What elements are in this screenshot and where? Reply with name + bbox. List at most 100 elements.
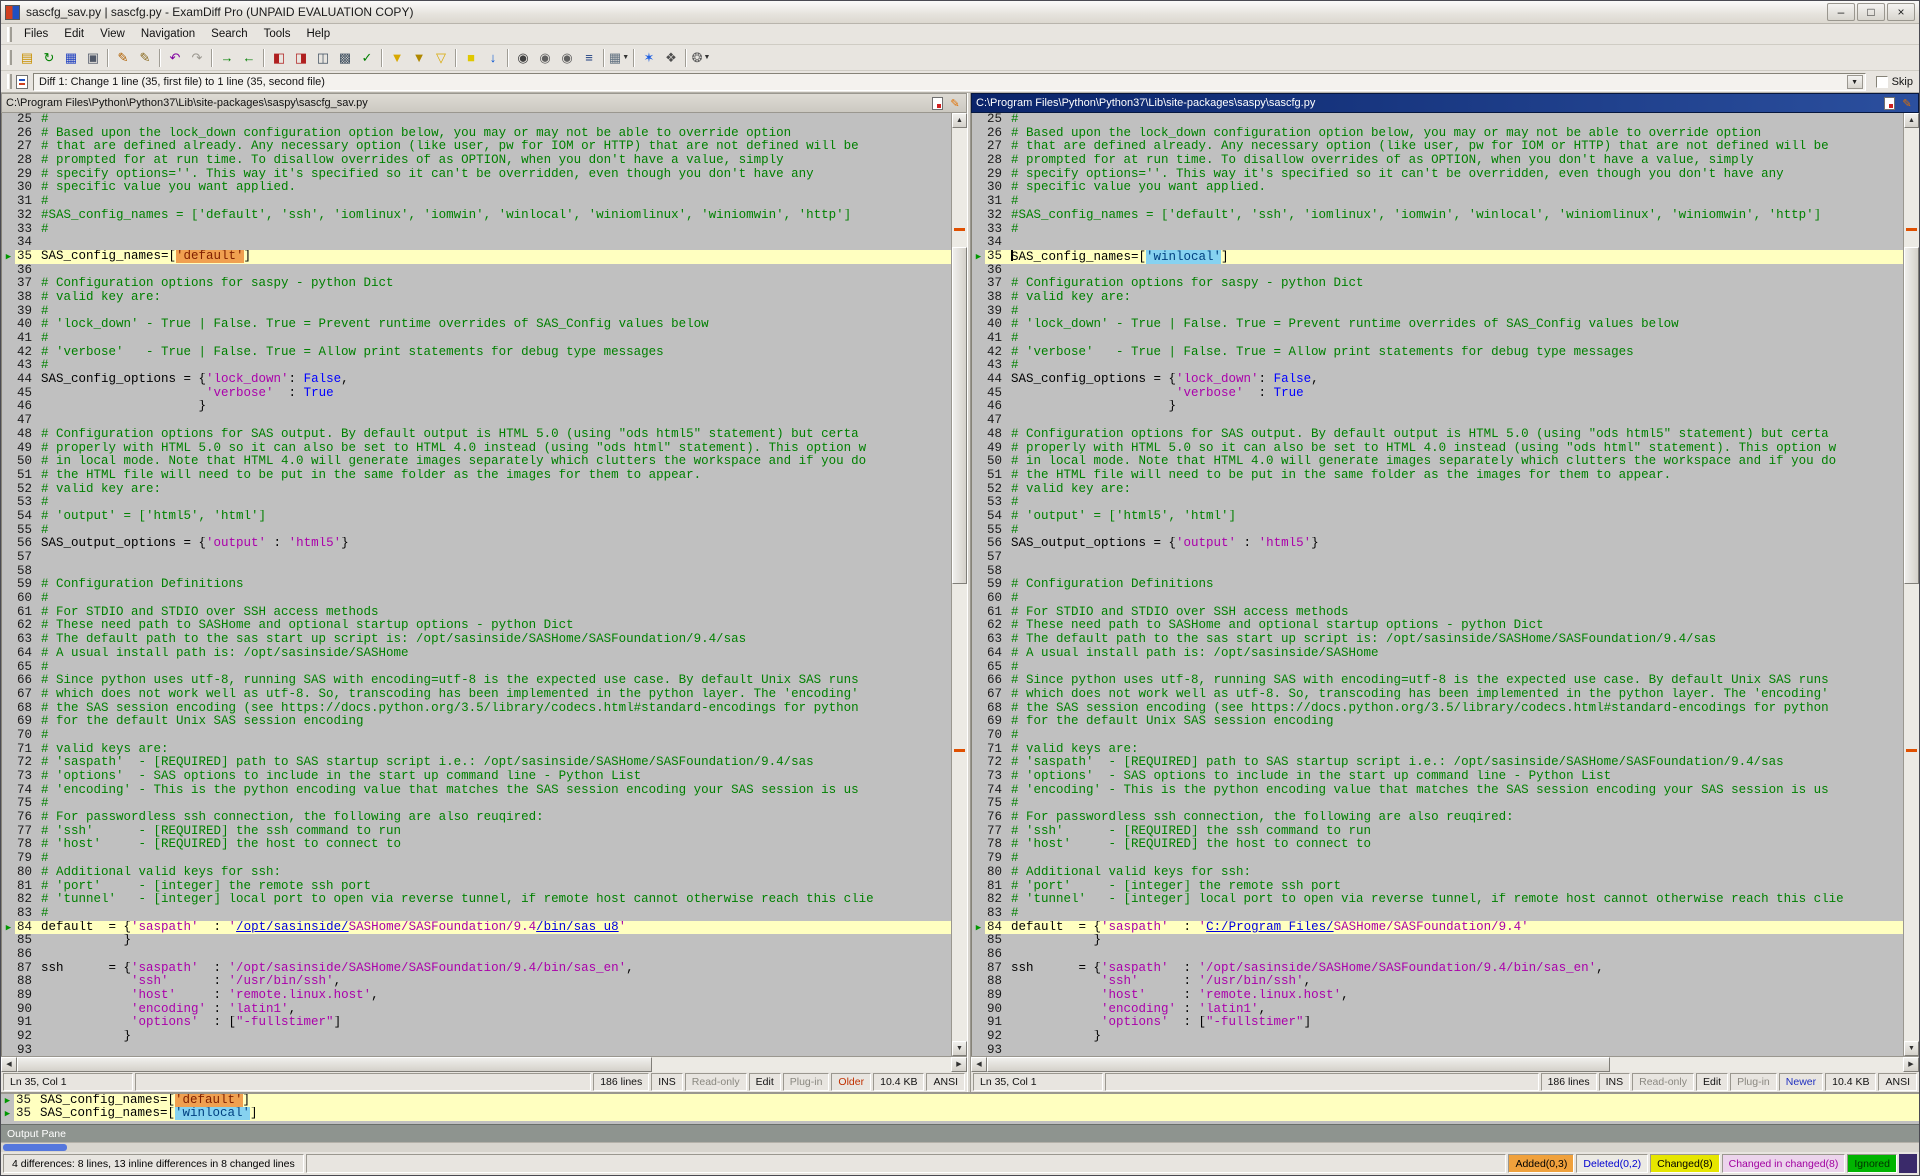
code-line[interactable]: 52# valid key are: [2,483,951,497]
code-line[interactable]: 40# 'lock_down' - True | False. True = P… [2,318,951,332]
code-line[interactable]: ▶35SAS_config_names=['default'] [2,250,951,264]
code-line[interactable]: 75# [2,797,951,811]
code-line[interactable]: 67# which does not work well as utf-8. S… [972,688,1903,702]
menu-edit[interactable]: Edit [56,26,92,42]
scrollbar-track[interactable] [952,128,967,1041]
edit-second-file-icon[interactable]: ✎ [134,47,156,69]
show-first-only-icon[interactable]: ◧ [268,47,290,69]
code-line[interactable]: 70# [972,729,1903,743]
code-line[interactable]: 39# [2,305,951,319]
code-line[interactable]: 32#SAS_config_names = ['default', 'ssh',… [972,209,1903,223]
copy-to-left-icon[interactable]: ← [238,47,260,69]
code-line[interactable]: 55# [2,524,951,538]
code-line[interactable]: 29# specify options=''. This way it's sp… [972,168,1903,182]
code-line[interactable]: 56SAS_output_options = {'output' : 'html… [972,537,1903,551]
code-line[interactable]: 54# 'output' = ['html5', 'html'] [972,510,1903,524]
code-line[interactable]: 59# Configuration Definitions [972,578,1903,592]
menu-files[interactable]: Files [16,26,56,42]
code-line[interactable]: 68# the SAS session encoding (see https:… [972,702,1903,716]
code-line[interactable]: 87ssh = {'saspath' : '/opt/sasinside/SAS… [972,962,1903,976]
code-line[interactable]: 31# [2,195,951,209]
code-line[interactable]: 43# [972,359,1903,373]
menu-view[interactable]: View [92,26,133,42]
code-line[interactable]: 53# [2,496,951,510]
code-line[interactable]: 42# 'verbose' - True | False. True = All… [2,346,951,360]
code-line[interactable]: 71# valid keys are: [2,743,951,757]
code-line[interactable]: 78# 'host' - [REQUIRED] the host to conn… [2,838,951,852]
code-line[interactable]: 88 'ssh' : '/usr/bin/ssh', [2,975,951,989]
code-line[interactable]: 67# which does not work well as utf-8. S… [2,688,951,702]
current-diff-combo[interactable]: Diff 1: Change 1 line (35, first file) t… [33,73,1866,91]
resize-grip[interactable] [1899,1154,1917,1173]
code-line[interactable]: 36 [2,264,951,278]
code-line[interactable]: 63# The default path to the sas start up… [972,633,1903,647]
scroll-down-icon[interactable]: ▼ [952,1041,967,1056]
code-line[interactable]: 73# 'options' - SAS options to include i… [972,770,1903,784]
scroll-left-icon[interactable]: ◀ [971,1057,987,1072]
code-line[interactable]: 50# in local mode. Note that HTML 4.0 wi… [972,455,1903,469]
code-line[interactable]: 50# in local mode. Note that HTML 4.0 wi… [2,455,951,469]
code-line[interactable]: 83# [2,907,951,921]
scroll-right-icon[interactable]: ▶ [951,1057,967,1072]
code-line[interactable]: 64# A usual install path is: /opt/sasins… [2,647,951,661]
code-line[interactable]: 26# Based upon the lock_down configurati… [2,127,951,141]
code-line[interactable]: 49# properly with HTML 5.0 so it can als… [2,442,951,456]
code-line[interactable]: 65# [2,661,951,675]
undo-icon[interactable]: ↶ [164,47,186,69]
show-identical-icon[interactable]: ✓ [356,47,378,69]
code-line[interactable]: 62# These need path to SASHome and optio… [2,619,951,633]
code-line[interactable]: 60# [972,592,1903,606]
scrollbar-thumb[interactable] [952,247,967,585]
code-line[interactable]: 72# 'saspath' - [REQUIRED] path to SAS s… [972,756,1903,770]
code-line[interactable]: 75# [972,797,1903,811]
code-line[interactable]: 77# 'ssh' - [REQUIRED] the ssh command t… [2,825,951,839]
code-line[interactable]: 59# Configuration Definitions [2,578,951,592]
code-line[interactable]: 30# specific value you want applied. [972,181,1903,195]
output-pane-scrollbar[interactable] [1,1142,1919,1152]
options-icon[interactable]: ❂▼ [690,47,712,69]
code-line[interactable]: 89 'host' : 'remote.linux.host', [972,989,1903,1003]
code-line[interactable]: 53# [972,496,1903,510]
scrollbar-thumb[interactable] [17,1057,652,1072]
code-line[interactable]: 71# valid keys are: [972,743,1903,757]
code-line[interactable]: 65# [972,661,1903,675]
diff-line-row[interactable]: ▶35SAS_config_names=['winlocal'] [1,1107,1919,1121]
code-line[interactable]: 82# 'tunnel' - [integer] local port to o… [972,893,1903,907]
code-line[interactable]: 88 'ssh' : '/usr/bin/ssh', [972,975,1903,989]
right-horizontal-scrollbar[interactable]: ◀ ▶ [971,1056,1919,1072]
code-line[interactable]: 55# [972,524,1903,538]
code-line[interactable]: 56SAS_output_options = {'output' : 'html… [2,537,951,551]
code-line[interactable]: 91 'options' : ["-fullstimer"] [972,1016,1903,1030]
output-pane-header[interactable]: Output Pane [1,1124,1919,1142]
sync-scroll-icon[interactable]: ✶ [638,47,660,69]
code-line[interactable]: 49# properly with HTML 5.0 so it can als… [972,442,1903,456]
code-line[interactable]: 27# that are defined already. Any necess… [2,140,951,154]
code-line[interactable]: 77# 'ssh' - [REQUIRED] the ssh command t… [972,825,1903,839]
code-line[interactable]: 38# valid key are: [2,291,951,305]
code-line[interactable]: 85 } [972,934,1903,948]
menu-tools[interactable]: Tools [256,26,299,42]
scroll-up-icon[interactable]: ▲ [952,113,967,128]
code-line[interactable]: 70# [2,729,951,743]
skip-checkbox[interactable] [1876,76,1888,88]
left-pane-header[interactable]: C:\Program Files\Python\Python37\Lib\sit… [1,93,967,113]
code-line[interactable]: 51# the HTML file will need to be put in… [972,469,1903,483]
left-code-view[interactable]: 25#26# Based upon the lock_down configur… [1,113,951,1056]
code-line[interactable]: 25# [2,113,951,127]
code-line[interactable]: 86 [972,948,1903,962]
code-line[interactable]: 40# 'lock_down' - True | False. True = P… [972,318,1903,332]
code-line[interactable]: 44SAS_config_options = {'lock_down': Fal… [972,373,1903,387]
code-line[interactable]: 81# 'port' - [integer] the remote ssh po… [2,880,951,894]
code-line[interactable]: 31# [972,195,1903,209]
code-line[interactable]: 57 [972,551,1903,565]
code-line[interactable]: 48# Configuration options for SAS output… [2,428,951,442]
code-line[interactable]: 33# [972,223,1903,237]
code-line[interactable]: 76# For passwordless ssh connection, the… [2,811,951,825]
code-line[interactable]: ▶84default = {'saspath' : '/opt/sasinsid… [2,921,951,935]
print-file-icon[interactable] [930,96,944,110]
code-line[interactable]: 69# for the default Unix SAS session enc… [972,715,1903,729]
code-line[interactable]: 78# 'host' - [REQUIRED] the host to conn… [972,838,1903,852]
toolbar-grip[interactable] [7,50,12,65]
find-prev-icon[interactable]: ◉ [556,47,578,69]
find-icon[interactable]: ◉ [512,47,534,69]
